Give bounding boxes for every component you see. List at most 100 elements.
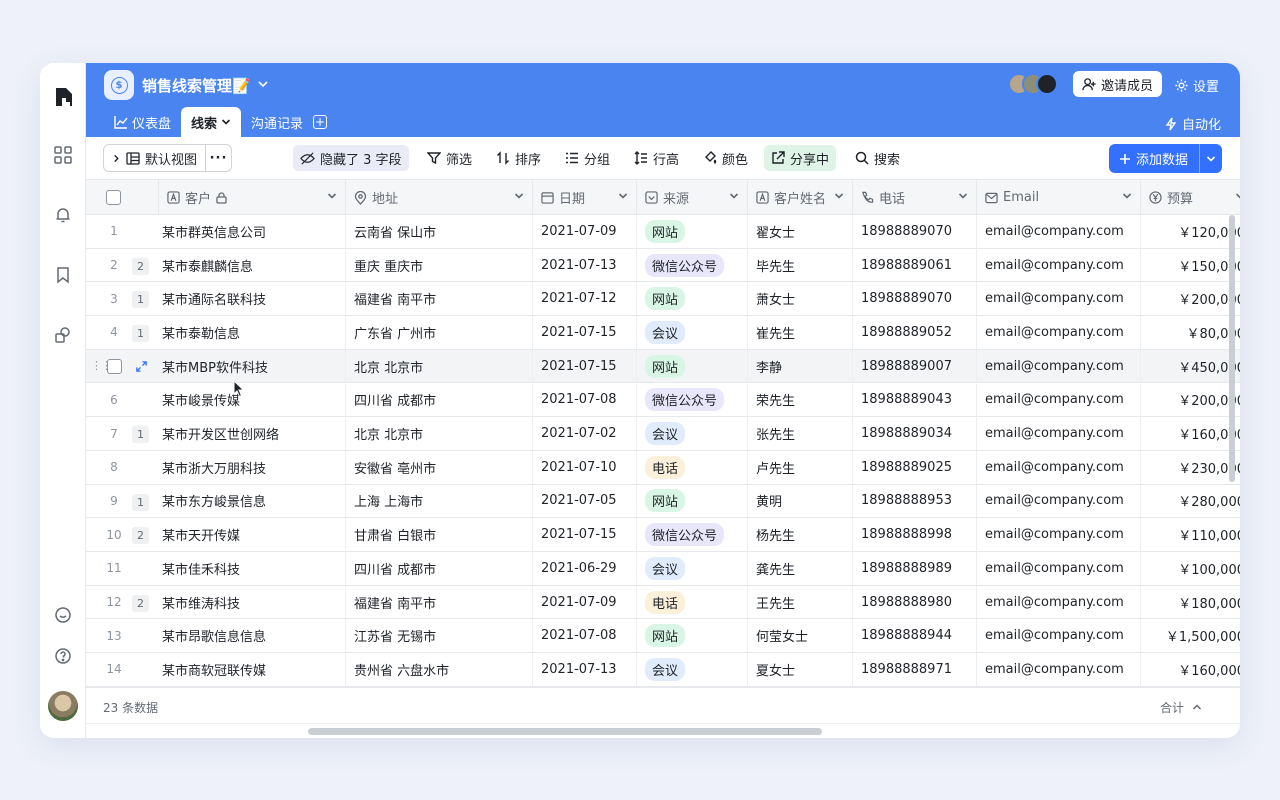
table-row[interactable]: 8 某市浙大万朋科技 安徽省 亳州市 2021-07-10 电话 卢先生 189888890… bbox=[86, 450, 1240, 485]
chevron-down-icon[interactable] bbox=[1199, 144, 1222, 173]
date-cell[interactable]: 2021-07-02 bbox=[533, 417, 637, 450]
phone-cell[interactable]: 18988889007 bbox=[853, 349, 977, 383]
address-cell[interactable]: 广东省 广州市 bbox=[346, 316, 533, 349]
budget-cell[interactable]: ￥180,000 bbox=[1141, 586, 1240, 619]
budget-cell[interactable]: ￥120,000 bbox=[1141, 215, 1240, 248]
contact-cell[interactable]: 毕先生 bbox=[748, 248, 853, 282]
phone-cell[interactable]: 18988888980 bbox=[853, 585, 977, 619]
budget-cell[interactable]: ￥230,000 bbox=[1141, 451, 1240, 484]
budget-cell[interactable]: ￥280,000 bbox=[1141, 485, 1240, 518]
budget-cell[interactable]: ￥80,000 bbox=[1141, 316, 1241, 349]
customer-cell[interactable]: 某市昂歌信息信息 bbox=[159, 619, 346, 653]
address-cell[interactable]: 北京 北京市 bbox=[346, 417, 533, 450]
email-cell[interactable]: email@company.com bbox=[977, 585, 1141, 619]
select-all-checkbox[interactable] bbox=[106, 190, 121, 205]
sharing-button[interactable]: 分享中 bbox=[764, 145, 837, 171]
budget-cell[interactable]: ￥200,000 bbox=[1141, 384, 1240, 417]
comment-count-badge[interactable]: 1 bbox=[132, 493, 149, 511]
table-row[interactable]: 10 2 某市天开传媒 甘肃省 白银市 2021-07-15 微信公众号 杨先生 189888… bbox=[86, 518, 1240, 552]
customer-cell[interactable]: 某市群英信息公司 bbox=[159, 215, 346, 248]
budget-cell[interactable]: ￥450,000 bbox=[1141, 350, 1240, 383]
chevron-down-icon[interactable] bbox=[1122, 191, 1132, 201]
address-cell[interactable]: 江苏省 无锡市 bbox=[346, 619, 533, 653]
contact-cell[interactable]: 卢先生 bbox=[748, 450, 853, 484]
budget-cell[interactable]: ￥160,000 bbox=[1141, 653, 1240, 686]
contact-cell[interactable]: 张先生 bbox=[748, 417, 853, 450]
date-cell[interactable]: 2021-07-09 bbox=[533, 585, 637, 619]
chevron-down-icon[interactable] bbox=[327, 191, 337, 201]
source-cell[interactable]: 微信公众号 bbox=[637, 518, 748, 551]
more-options-icon[interactable]: ··· bbox=[205, 145, 231, 171]
address-cell[interactable]: 甘肃省 白银市 bbox=[346, 518, 533, 551]
tab-dashboard[interactable]: 仪表盘 bbox=[104, 107, 181, 137]
column-header-date[interactable]: 日期 bbox=[533, 180, 637, 215]
email-cell[interactable]: email@company.com bbox=[977, 484, 1141, 518]
phone-cell[interactable]: 18988888998 bbox=[853, 518, 977, 551]
address-cell[interactable]: 福建省 南平市 bbox=[346, 282, 533, 316]
source-cell[interactable]: 网站 bbox=[637, 349, 748, 383]
table-row[interactable]: 4 1 某市泰勒信息 广东省 广州市 2021-07-15 会议 崔先生 1898888905… bbox=[86, 316, 1240, 350]
source-cell[interactable]: 微信公众号 bbox=[637, 383, 748, 417]
address-cell[interactable]: 贵州省 六盘水市 bbox=[346, 653, 533, 686]
address-cell[interactable]: 上海 上海市 bbox=[346, 484, 533, 518]
customer-cell[interactable]: 某市维涛科技 bbox=[159, 585, 346, 619]
contact-cell[interactable]: 萧女士 bbox=[748, 282, 853, 316]
column-header-budget[interactable]: 预算 bbox=[1141, 180, 1240, 215]
address-cell[interactable]: 安徽省 亳州市 bbox=[346, 450, 533, 484]
color-button[interactable]: 颜色 bbox=[696, 145, 755, 171]
row-height-button[interactable]: 行高 bbox=[627, 145, 686, 171]
sort-button[interactable]: 排序 bbox=[489, 145, 548, 171]
table-row[interactable]: 9 1 某市东方峻景信息 上海 上海市 2021-07-05 网站 黄明 1898888895… bbox=[86, 484, 1240, 519]
source-cell[interactable]: 会议 bbox=[637, 653, 748, 686]
budget-cell[interactable]: ￥200,000 bbox=[1141, 282, 1240, 315]
address-cell[interactable]: 福建省 南平市 bbox=[346, 585, 533, 619]
filter-button[interactable]: 筛选 bbox=[420, 145, 479, 171]
settings-button[interactable]: 设置 bbox=[1174, 76, 1219, 95]
source-cell[interactable]: 微信公众号 bbox=[637, 248, 748, 282]
date-cell[interactable]: 2021-07-05 bbox=[533, 484, 637, 518]
email-cell[interactable]: email@company.com bbox=[977, 349, 1141, 383]
chevron-down-icon[interactable] bbox=[257, 78, 269, 90]
source-cell[interactable]: 网站 bbox=[637, 215, 748, 248]
logo-icon[interactable] bbox=[52, 85, 76, 109]
customer-cell[interactable]: 某市佳禾科技 bbox=[159, 552, 346, 585]
automation-button[interactable]: 自动化 bbox=[1164, 114, 1221, 133]
horizontal-scrollbar[interactable] bbox=[86, 723, 1240, 738]
source-cell[interactable]: 电话 bbox=[637, 585, 748, 619]
budget-cell[interactable]: ￥110,000 bbox=[1141, 518, 1240, 551]
contact-cell[interactable]: 荣先生 bbox=[748, 383, 853, 417]
bell-icon[interactable] bbox=[52, 204, 74, 226]
chat-bubble-icon[interactable] bbox=[52, 604, 74, 626]
column-header-address[interactable]: 地址 bbox=[346, 180, 533, 215]
email-cell[interactable]: email@company.com bbox=[977, 619, 1141, 653]
phone-cell[interactable]: 18988888944 bbox=[853, 619, 977, 653]
customer-cell[interactable]: 某市开发区世创网络 bbox=[159, 417, 346, 450]
source-cell[interactable]: 网站 bbox=[637, 619, 748, 653]
invite-member-button[interactable]: 邀请成员 bbox=[1073, 71, 1163, 97]
source-cell[interactable]: 会议 bbox=[637, 552, 748, 585]
comment-count-badge[interactable]: 1 bbox=[132, 291, 149, 309]
email-cell[interactable]: email@company.com bbox=[977, 215, 1141, 248]
app-title[interactable]: 销售线索管理📝 bbox=[142, 75, 251, 96]
contact-cell[interactable]: 崔先生 bbox=[748, 316, 853, 349]
address-cell[interactable]: 四川省 成都市 bbox=[346, 383, 533, 417]
contact-cell[interactable]: 翟女士 bbox=[748, 215, 853, 248]
add-data-button[interactable]: 添加数据 bbox=[1109, 144, 1222, 173]
customer-cell[interactable]: 某市浙大万朋科技 bbox=[159, 450, 346, 484]
column-header-source[interactable]: 来源 bbox=[637, 180, 748, 215]
source-cell[interactable]: 会议 bbox=[637, 417, 748, 450]
phone-cell[interactable]: 18988889043 bbox=[853, 383, 977, 417]
date-cell[interactable]: 2021-07-15 bbox=[533, 518, 637, 551]
tab-leads[interactable]: 线索 bbox=[181, 107, 242, 137]
email-cell[interactable]: email@company.com bbox=[977, 450, 1141, 484]
budget-cell[interactable]: ￥100,000 bbox=[1141, 552, 1240, 585]
add-tab-icon[interactable]: + bbox=[313, 115, 328, 129]
column-header-phone[interactable]: 电话 bbox=[853, 180, 977, 215]
comment-count-badge[interactable]: 2 bbox=[132, 527, 149, 545]
tab-communication[interactable]: 沟通记录 + bbox=[241, 107, 337, 137]
contact-cell[interactable]: 李静 bbox=[748, 349, 853, 383]
budget-cell[interactable]: ￥160,000 bbox=[1141, 417, 1240, 450]
chevron-down-icon[interactable] bbox=[221, 117, 231, 127]
phone-cell[interactable]: 18988889070 bbox=[853, 215, 977, 248]
address-cell[interactable]: 北京 北京市 bbox=[346, 349, 533, 383]
